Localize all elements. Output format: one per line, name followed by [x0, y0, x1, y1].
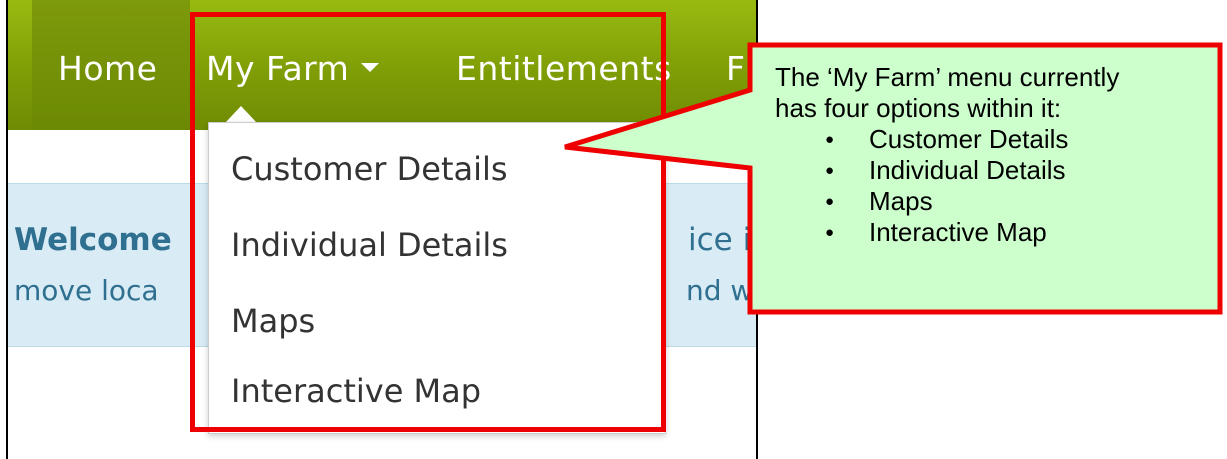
callout-bullet-item: Maps	[775, 186, 1215, 217]
callout-bullet-item: Customer Details	[775, 124, 1215, 155]
callout-text: The ‘My Farm’ menu currently has four op…	[775, 62, 1215, 248]
callout-bullet-item: Individual Details	[775, 155, 1215, 186]
callout-intro-line-1: The ‘My Farm’ menu currently	[775, 62, 1120, 92]
callout-intro-line-2: has four options within it:	[775, 93, 1062, 123]
callout-bullet-item: Interactive Map	[775, 217, 1215, 248]
callout-bullet-list: Customer Details Individual Details Maps…	[775, 124, 1215, 248]
